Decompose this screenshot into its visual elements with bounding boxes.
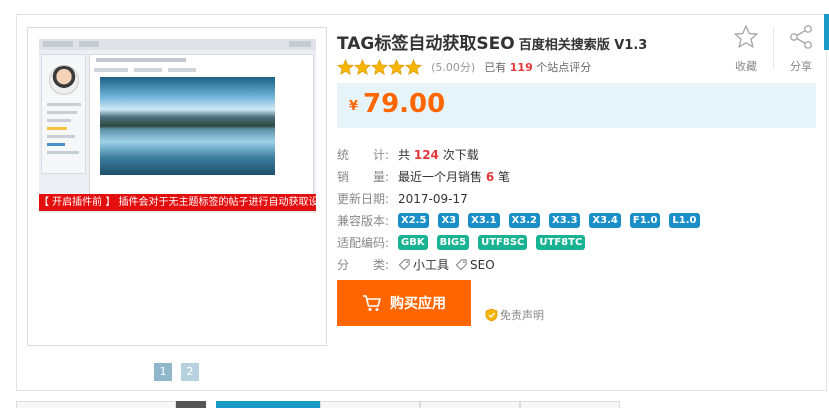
downloads-count: 124 [413, 148, 439, 162]
version-tag: X3.3 [548, 213, 581, 228]
preview-screenshot: 【 开启插件前 】 插件会对于无主题标签的帖子进行自动获取设置 [39, 39, 316, 213]
sales-value: 最近一个月销售 6 笔 [398, 169, 510, 185]
divider [773, 28, 774, 68]
product-title: TAG标签自动获取SEO 百度相关搜索版 V1.3 [337, 29, 647, 54]
tag-icon [398, 259, 410, 271]
rating-prefix: 已有 [484, 60, 507, 74]
version-tag: X3.1 [468, 213, 500, 228]
version-tag: X3.2 [508, 213, 540, 228]
version-tag: F1.0 [629, 213, 661, 228]
star-icon [405, 59, 422, 76]
star-icon [371, 59, 388, 76]
product-name: TAG标签自动获取SEO [337, 34, 515, 54]
landscape-photo [100, 77, 275, 175]
star-icon [388, 59, 405, 76]
share-label: 分享 [790, 60, 812, 73]
version-tag: X3 [438, 213, 460, 228]
preview-image-frame[interactable]: 【 开启插件前 】 插件会对于无主题标签的帖子进行自动获取设置 [27, 27, 327, 346]
encoding-tag: GBK [398, 235, 428, 250]
buy-button[interactable]: 购买应用 [337, 280, 471, 326]
buy-label: 购买应用 [390, 295, 446, 311]
compat-key: 兼容版本: [337, 214, 390, 228]
favorite-label: 收藏 [735, 60, 757, 73]
star-icon [337, 59, 354, 76]
tab[interactable] [176, 401, 206, 408]
preview-page-2[interactable]: 2 [181, 363, 199, 381]
category-key: 分 类: [337, 258, 390, 272]
cart-icon [363, 295, 381, 311]
category-label: SEO [470, 258, 495, 272]
bottom-tab-strip [16, 401, 829, 408]
disclaimer-label: 免责声明 [500, 309, 544, 322]
rating-row: (5.00分) 已有 119 个站点评分 [337, 56, 591, 76]
preview-page-1[interactable]: 1 [154, 363, 172, 381]
downloads-suffix: 次下载 [442, 148, 479, 162]
price-amount: 79.00 [363, 89, 446, 119]
product-edition: 百度相关搜索版 V1.3 [518, 38, 648, 53]
downloads-prefix: 共 [398, 148, 411, 162]
shield-icon [485, 308, 498, 322]
tag-icon [455, 259, 467, 271]
star-outline-icon [734, 25, 758, 48]
encoding-tag: UTF8SC [478, 235, 528, 250]
updated-key: 更新日期: [337, 192, 390, 206]
encoding-tag: BIG5 [436, 235, 470, 250]
tab[interactable] [420, 401, 520, 408]
version-tag: X2.5 [398, 213, 430, 228]
rating-count: 119 [509, 60, 533, 74]
category-link-tools[interactable]: 小工具 [398, 257, 449, 273]
sales-suffix: 笔 [498, 170, 511, 184]
tab[interactable] [520, 401, 620, 408]
sales-prefix: 最近一个月销售 [398, 170, 483, 184]
version-tag: L1.0 [669, 213, 700, 228]
favorite-button[interactable]: 收藏 [726, 24, 766, 74]
tab[interactable] [16, 401, 176, 408]
rating-count-text: 已有 119 个站点评分 [484, 61, 591, 74]
rating-score: (5.00分) [431, 60, 476, 74]
avatar [49, 65, 79, 95]
accent-bar [824, 14, 829, 50]
screenshot-topbar [39, 39, 316, 50]
star-icon [354, 59, 371, 76]
tab[interactable] [216, 401, 320, 408]
category-list: 小工具 SEO [398, 257, 501, 273]
price-box: ¥ 79.00 [337, 83, 816, 128]
version-tag: X3.4 [589, 213, 621, 228]
screenshot-post [89, 54, 314, 209]
rating-stars [337, 57, 422, 76]
tab[interactable] [320, 401, 420, 408]
sales-key: 销 量: [337, 170, 390, 184]
share-button[interactable]: 分享 [781, 24, 821, 74]
preview-banner: 【 开启插件前 】 插件会对于无主题标签的帖子进行自动获取设置 [39, 194, 316, 211]
screenshot-sidebar [41, 54, 86, 174]
disclaimer-link[interactable]: 免责声明 [485, 307, 544, 323]
category-label: 小工具 [413, 258, 450, 272]
encoding-tag: UTF8TC [536, 235, 586, 250]
encoding-tags: GBK BIG5 UTF8SC UTF8TC [398, 235, 594, 251]
downloads-key: 统 计: [337, 148, 390, 162]
sales-count: 6 [485, 170, 495, 184]
share-icon [790, 25, 812, 49]
compat-tags: X2.5 X3 X3.1 X3.2 X3.3 X3.4 F1.0 L1.0 [398, 213, 709, 229]
price-currency: ¥ [349, 99, 359, 114]
updated-value: 2017-09-17 [398, 192, 468, 206]
category-link-seo[interactable]: SEO [455, 257, 495, 273]
encoding-key: 适配编码: [337, 236, 390, 250]
downloads-value: 共 124 次下载 [398, 147, 479, 163]
rating-suffix: 个站点评分 [536, 60, 592, 74]
